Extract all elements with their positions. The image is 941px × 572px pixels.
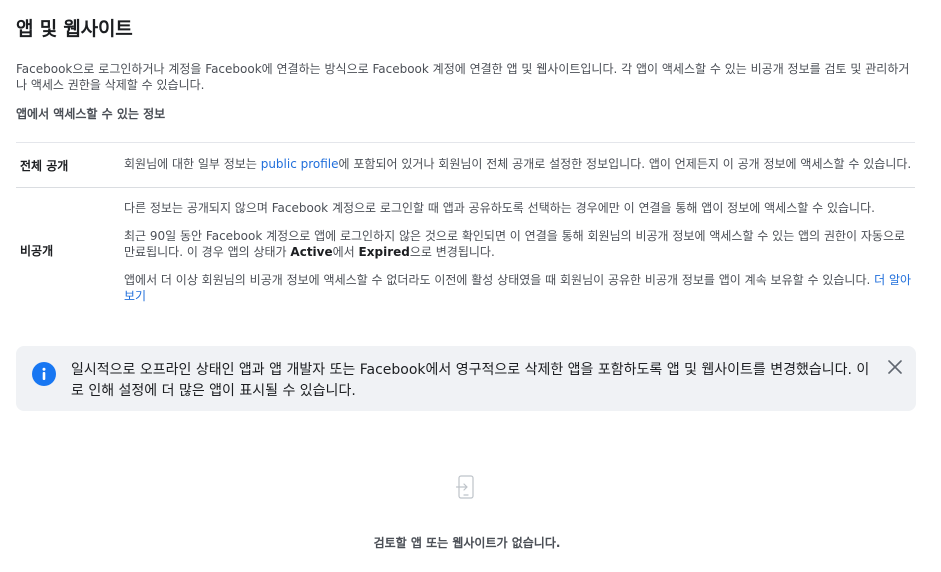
page-description: Facebook으로 로그인하거나 계정을 Facebook에 연결하는 방식으… [16,62,910,92]
info-icon [32,362,56,386]
banner-text: 일시적으로 오프라인 상태인 앱과 앱 개발자 또는 Facebook에서 영구… [71,362,870,399]
phone-login-icon [455,475,476,499]
page-title: 앱 및 웹사이트 [16,18,133,40]
status-expired: Expired [358,245,410,259]
section-title: 앱에서 액세스할 수 있는 정보 [16,107,166,121]
row-content-private: 다른 정보는 공개되지 않으며 Facebook 계정으로 로그인할 때 앱과 … [124,188,915,312]
public-text-before: 회원님에 대한 일부 정보는 [124,157,261,171]
apps-and-websites-page: 앱 및 웹사이트 Facebook으로 로그인하거나 계정을 Facebook에… [0,0,941,572]
p3-text: 앱에서 더 이상 회원님의 비공개 정보에 액세스할 수 없더라도 이전에 활성… [124,273,875,287]
public-profile-link[interactable]: public profile [261,157,339,171]
private-paragraph-3: 앱에서 더 이상 회원님의 비공개 정보에 액세스할 수 없더라도 이전에 활성… [124,272,915,304]
empty-state-text: 검토할 앱 또는 웹사이트가 없습니다. [373,536,561,550]
table-row-public: 전체 공개 회원님에 대한 일부 정보는 public profile에 포함되… [16,142,915,187]
public-text-after: 에 포함되어 있거나 회원님이 전체 공개로 설정한 정보입니다. 앱이 언제든… [338,157,912,171]
row-content-public: 회원님에 대한 일부 정보는 public profile에 포함되어 있거나 … [124,143,915,187]
close-icon[interactable] [886,358,904,376]
row-label-private: 비공개 [20,243,54,258]
notice-banner: 일시적으로 오프라인 상태인 앱과 앱 개발자 또는 Facebook에서 영구… [16,346,916,411]
private-paragraph-1: 다른 정보는 공개되지 않으며 Facebook 계정으로 로그인할 때 앱과 … [124,201,875,215]
p2-text-b: 에서 [332,245,359,259]
table-row-private: 비공개 다른 정보는 공개되지 않으며 Facebook 계정으로 로그인할 때… [16,187,915,312]
p2-text-c: 으로 변경됩니다. [409,245,495,259]
private-paragraph-2: 최근 90일 동안 Facebook 계정으로 앱에 로그인하지 않은 것으로 … [124,228,915,260]
row-label-public: 전체 공개 [20,158,69,173]
p2-text-a: 최근 90일 동안 Facebook 계정으로 앱에 로그인하지 않은 것으로 … [124,229,906,259]
info-access-table: 전체 공개 회원님에 대한 일부 정보는 public profile에 포함되… [16,142,915,312]
status-active: Active [290,245,333,259]
